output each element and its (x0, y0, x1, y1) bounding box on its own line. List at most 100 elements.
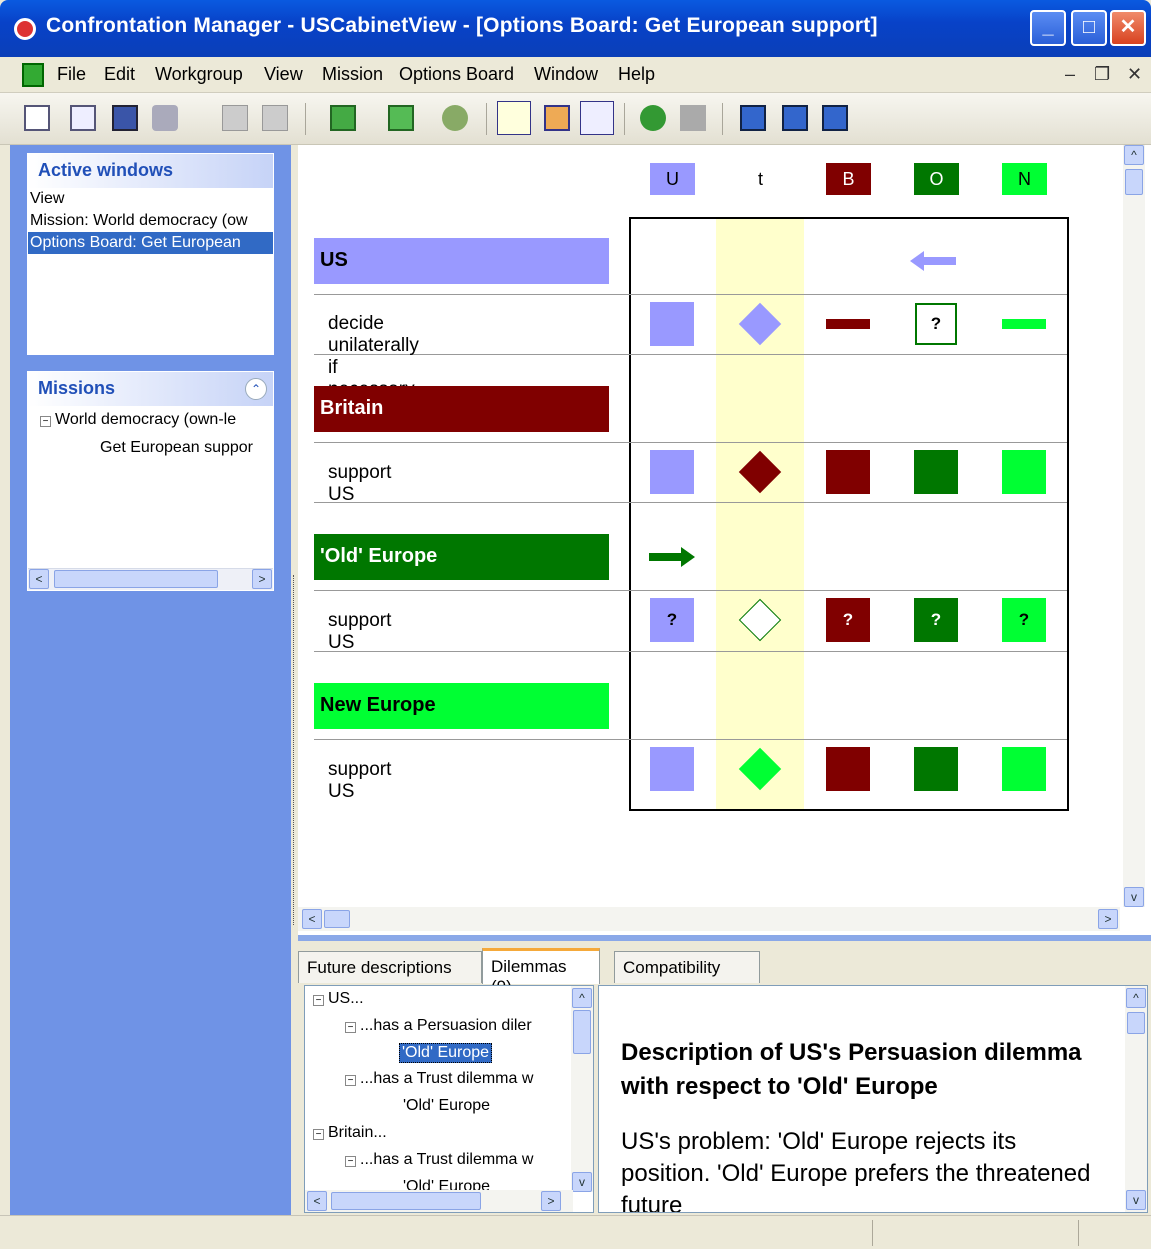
option-label[interactable]: support US (328, 610, 391, 654)
uncertain-outline-mark[interactable]: ? (915, 303, 957, 345)
menu-mission[interactable]: Mission (322, 64, 383, 85)
mdi-minimize-button[interactable]: – (1065, 64, 1075, 85)
menu-window[interactable]: Window (534, 64, 598, 85)
position-mark[interactable] (826, 450, 870, 494)
scroll-down-icon[interactable]: v (1126, 1190, 1146, 1210)
scroll-thumb[interactable] (331, 1192, 481, 1210)
active-window-item[interactable]: Mission: World democracy (ow (28, 210, 273, 232)
scroll-down-icon[interactable]: v (572, 1172, 592, 1192)
layers-icon[interactable] (497, 101, 531, 135)
new-icon[interactable] (24, 105, 50, 131)
group-header-us[interactable]: US (314, 238, 609, 284)
position-mark[interactable] (826, 747, 870, 791)
uncertain-position-mark[interactable]: ? (914, 598, 958, 642)
scroll-thumb[interactable] (324, 910, 350, 928)
undo-icon[interactable] (222, 105, 248, 131)
column-header[interactable]: O (914, 163, 959, 195)
tree-node[interactable]: − Britain... (313, 1124, 387, 1142)
position-mark[interactable] (914, 450, 958, 494)
option-label[interactable]: support US (328, 462, 391, 506)
position-mark[interactable] (1002, 747, 1046, 791)
scroll-up-icon[interactable]: ^ (1124, 145, 1144, 165)
mdi-restore-button[interactable]: ❐ (1094, 64, 1110, 85)
scroll-thumb[interactable] (1127, 1012, 1145, 1034)
document-icon[interactable] (22, 63, 44, 87)
position-mark[interactable] (1002, 450, 1046, 494)
tree-minus-icon[interactable]: − (313, 995, 324, 1006)
tab-dilemmas[interactable]: Dilemmas (9) (482, 948, 600, 996)
remove-icon[interactable] (680, 105, 706, 131)
position-mark[interactable] (650, 747, 694, 791)
columns-icon[interactable] (544, 105, 570, 131)
tree-minus-icon[interactable]: − (40, 416, 51, 427)
tab-compatibility[interactable]: Compatibility (614, 951, 760, 983)
mdi-close-button[interactable]: ✕ (1127, 64, 1142, 85)
column-header[interactable]: t (738, 163, 783, 195)
group-header-old-europe[interactable]: 'Old' Europe (314, 534, 609, 580)
menu-view[interactable]: View (264, 64, 303, 85)
character-icon[interactable] (442, 105, 468, 131)
add-character-icon[interactable] (640, 105, 666, 131)
uncertain-position-mark[interactable]: ? (826, 598, 870, 642)
tree-minus-icon[interactable]: − (313, 1129, 324, 1140)
scroll-thumb[interactable] (54, 570, 218, 588)
grid-icon[interactable] (580, 101, 614, 135)
uncertain-position-mark[interactable]: ? (650, 598, 694, 642)
tree-node-selected[interactable]: 'Old' Europe (399, 1043, 493, 1063)
menu-edit[interactable]: Edit (104, 64, 135, 85)
active-window-item[interactable]: View (28, 188, 273, 210)
save-icon[interactable] (112, 105, 138, 131)
scroll-right-icon[interactable]: > (541, 1191, 561, 1211)
board-hscroll[interactable]: < > (298, 907, 1120, 931)
scroll-down-icon[interactable]: v (1124, 887, 1144, 907)
tree-node[interactable]: − US... (313, 990, 364, 1008)
splitter[interactable] (291, 145, 298, 1215)
option-label[interactable]: support US (328, 759, 391, 803)
indifferent-mark[interactable] (826, 319, 870, 329)
position-mark[interactable] (914, 747, 958, 791)
tab-future-descriptions[interactable]: Future descriptions (298, 951, 482, 983)
collapse-chevron-icon[interactable]: ⌃ (245, 378, 267, 400)
scroll-up-icon[interactable]: ^ (1126, 988, 1146, 1008)
menu-file[interactable]: File (57, 64, 86, 85)
options-icon[interactable] (388, 105, 414, 131)
close-button[interactable]: ✕ (1110, 10, 1146, 46)
group-header-britain[interactable]: Britain (314, 386, 609, 432)
scroll-thumb[interactable] (573, 1010, 591, 1054)
window-one-icon[interactable] (740, 105, 766, 131)
scroll-right-icon[interactable]: > (1098, 909, 1118, 929)
tree-minus-icon[interactable]: − (345, 1156, 356, 1167)
tree-node[interactable]: − ...has a Trust dilemma w (345, 1070, 533, 1088)
tree-minus-icon[interactable]: − (345, 1075, 356, 1086)
tree-node[interactable]: − ...has a Trust dilemma w (345, 1151, 533, 1169)
window-two-icon[interactable] (782, 105, 808, 131)
position-mark[interactable] (650, 450, 694, 494)
scroll-thumb[interactable] (1125, 169, 1143, 195)
scroll-up-icon[interactable]: ^ (572, 988, 592, 1008)
column-header[interactable]: U (650, 163, 695, 195)
minimize-button[interactable]: _ (1030, 10, 1066, 46)
missions-hscroll[interactable]: < > (28, 568, 273, 590)
menu-workgroup[interactable]: Workgroup (155, 64, 243, 85)
maximize-button[interactable]: □ (1071, 10, 1107, 46)
scroll-right-icon[interactable]: > (252, 569, 272, 589)
print-icon[interactable] (152, 105, 178, 131)
menu-options-board[interactable]: Options Board (399, 64, 514, 85)
tree-node[interactable]: − ...has a Persuasion diler (345, 1017, 532, 1035)
open-icon[interactable] (70, 105, 96, 131)
indifferent-mark[interactable] (1002, 319, 1046, 329)
tree-hscroll[interactable]: < > (305, 1190, 573, 1212)
active-window-item-selected[interactable]: Options Board: Get European (28, 232, 273, 254)
scroll-left-icon[interactable]: < (302, 909, 322, 929)
description-vscroll[interactable]: ^ v (1125, 986, 1147, 1212)
uncertain-position-mark[interactable]: ? (1002, 598, 1046, 642)
tree-minus-icon[interactable]: − (345, 1022, 356, 1033)
mission-subitem[interactable]: Get European suppor (28, 434, 273, 462)
group-header-new-europe[interactable]: New Europe (314, 683, 609, 729)
board-vscroll[interactable]: ^ v (1123, 145, 1145, 907)
menu-help[interactable]: Help (618, 64, 655, 85)
column-header[interactable]: B (826, 163, 871, 195)
scroll-left-icon[interactable]: < (29, 569, 49, 589)
tree-vscroll[interactable]: ^ v (571, 986, 593, 1192)
column-header[interactable]: N (1002, 163, 1047, 195)
